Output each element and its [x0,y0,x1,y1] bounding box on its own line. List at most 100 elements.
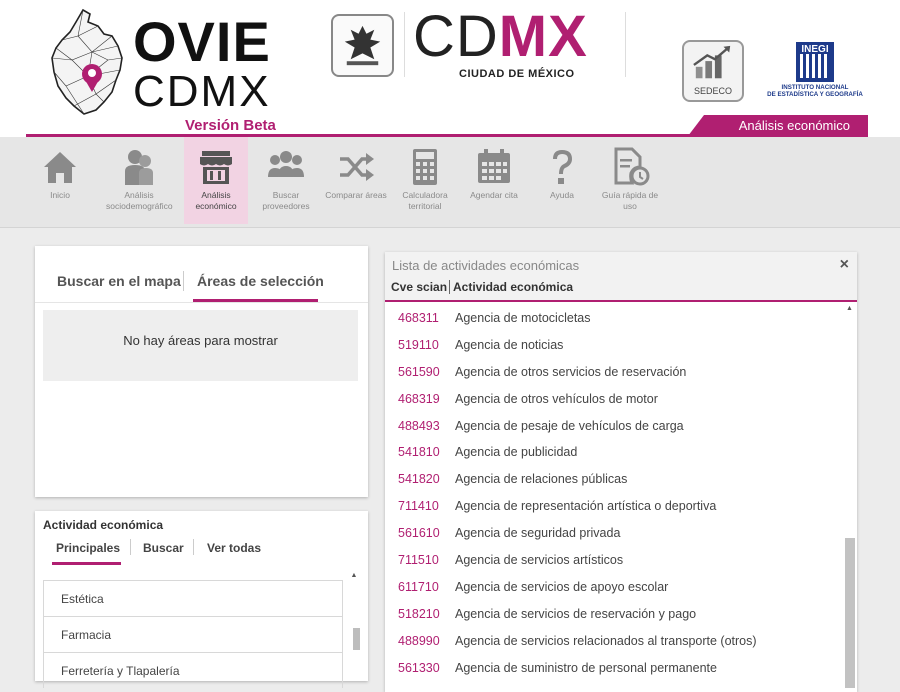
tab-buscar-en-el-mapa[interactable]: Buscar en el mapa [57,273,181,289]
activity-item[interactable]: Estética [43,580,343,616]
tab-ver-todas[interactable]: Ver todas [207,541,261,555]
tab-baseline [35,302,368,303]
scian-code: 561590 [398,364,440,379]
calculator-icon [413,149,437,185]
scian-code: 541810 [398,445,440,460]
activity-name: Agencia de noticias [455,337,564,352]
main-nav: Inicio Análisis sociodemográfico Análisi… [0,137,900,228]
list-item[interactable]: 468311 Agencia de motocicletas [385,305,843,332]
scian-code: 711410 [398,499,439,514]
column-header-code[interactable]: Cve scian [391,280,447,294]
question-icon [553,150,572,184]
scian-code: 488990 [398,633,440,648]
tab-principales[interactable]: Principales [56,541,120,555]
nav-calculadora-territorial[interactable]: Calculadora territorial [392,137,458,224]
list-item[interactable]: 518210 Agencia de servicios de reservació… [385,601,843,628]
economic-activities-list-panel: Lista de actividades económicas × Cve sc… [385,252,857,692]
scian-code: 561610 [398,526,440,541]
inegi-logo-text: INEGI [801,44,828,55]
header-divider [625,12,626,77]
nav-ayuda[interactable]: Ayuda [530,137,594,224]
close-icon[interactable]: × [840,256,849,274]
list-scrollbar[interactable]: ▲ [843,304,856,688]
nav-analisis-economico[interactable]: Análisis económico [184,137,248,224]
home-icon [44,152,76,183]
sedeco-logo: SEDECO [682,40,744,102]
tab-areas-de-seleccion[interactable]: Áreas de selección [197,273,324,289]
list-item[interactable]: 488990 Agencia de servicios relacionados … [385,628,843,655]
cdmx-logo-cd: CD [413,4,499,69]
activity-panel: Actividad económica Principales Buscar V… [35,511,368,688]
group-icon [268,151,304,177]
scian-code: 519110 [398,337,439,352]
activity-name: Agencia de relaciones públicas [455,472,628,487]
list-item[interactable]: 711410 Agencia de representación artístic… [385,493,843,520]
activity-item[interactable]: Farmacia [43,616,343,652]
areas-panel: Buscar en el mapa Áreas de selección No … [35,246,368,497]
activity-name: Agencia de otros servicios de reservació… [455,364,687,379]
government-seal-icon [331,14,394,77]
section-tag: Análisis económico [688,115,868,136]
activity-list-scrollbar[interactable]: ▲ [348,571,360,681]
column-header-activity[interactable]: Actividad económica [453,280,573,294]
scian-code: 468311 [398,311,439,325]
list-item[interactable]: 541810 Agencia de publicidad [385,439,843,466]
list-item[interactable]: 561590 Agencia de otros servicios de rese… [385,359,843,386]
version-label: Versión Beta [185,117,276,134]
nav-label: Comparar áreas [325,190,387,200]
nav-analisis-sociodemografico[interactable]: Análisis sociodemográfico [106,137,173,224]
nav-label: Análisis económico [195,190,237,211]
header-divider [404,12,405,77]
inegi-caption: INSTITUTO NACIONAL DE ESTADÍSTICA Y GEOG… [760,84,870,98]
nav-guia-rapida[interactable]: Guía rápida de uso [598,137,662,224]
nav-label: Análisis sociodemográfico [106,190,173,211]
activity-name: Agencia de publicidad [455,445,578,460]
nav-comparar-areas[interactable]: Comparar áreas [324,137,388,224]
list-title: Lista de actividades económicas [392,258,580,273]
activity-panel-title: Actividad económica [43,518,164,532]
list-item[interactable]: 468319 Agencia de otros vehículos de moto… [385,386,843,413]
list-item[interactable]: 711510 Agencia de servicios artísticos [385,547,843,574]
ovie-subtitle: CDMX [133,67,271,116]
scian-code: 518210 [398,606,440,621]
scrollbar-thumb[interactable] [845,538,855,688]
activity-name: Agencia de pesaje de vehículos de carga [455,418,684,433]
nav-agendar-cita[interactable]: Agendar cita [462,137,526,224]
column-divider [449,280,450,294]
calendar-icon [478,149,510,183]
scroll-up-arrow-icon[interactable]: ▲ [348,571,360,581]
empty-areas-message: No hay áreas para mostrar [43,310,358,381]
nav-label: Calculadora territorial [402,190,448,211]
nav-label: Buscar proveedores [262,190,310,211]
list-item[interactable]: 611710 Agencia de servicios de apoyo esco… [385,574,843,601]
nav-label: Agendar cita [470,190,518,200]
list-item[interactable]: 519110 Agencia de noticias [385,332,843,359]
list-item[interactable]: 561330 Agencia de suministro de personal … [385,655,843,682]
activity-name: Agencia de servicios relacionados al tra… [455,633,757,648]
active-tab-indicator [52,562,121,565]
nav-inicio[interactable]: Inicio [28,137,92,224]
scroll-up-arrow-icon[interactable]: ▲ [843,304,856,314]
activity-item[interactable]: Ferretería y Tlapalería [43,652,343,688]
inegi-caption-line2: DE ESTADÍSTICA Y GEOGRAFÍA [767,91,863,98]
scrollbar-thumb[interactable] [353,628,360,650]
activity-name: Agencia de representación artística o de… [455,499,717,514]
activity-name: Agencia de suministro de personal perman… [455,660,717,675]
list-item[interactable]: 561610 Agencia de seguridad privada [385,520,843,547]
cdmx-map-logo-icon [51,8,123,115]
nav-buscar-proveedores[interactable]: Buscar proveedores [254,137,318,224]
inegi-emblem-icon: INEGI [796,42,834,82]
nav-label: Guía rápida de uso [601,190,659,211]
activity-name: Agencia de motocicletas [455,311,591,325]
tab-divider [130,539,131,555]
tab-divider [193,539,194,555]
list-item[interactable]: 541820 Agencia de relaciones públicas [385,466,843,493]
tab-buscar[interactable]: Buscar [143,541,184,555]
activity-name: Agencia de otros vehículos de motor [455,391,658,406]
activity-name: Agencia de servicios de apoyo escolar [455,579,669,594]
inegi-caption-line1: INSTITUTO NACIONAL [781,84,849,91]
list-item[interactable]: 488493 Agencia de pesaje de vehículos de … [385,413,843,440]
list-header: Lista de actividades económicas × Cve sc… [385,252,857,302]
scian-code: 711510 [398,553,439,568]
activity-name: Agencia de servicios artísticos [455,553,624,568]
